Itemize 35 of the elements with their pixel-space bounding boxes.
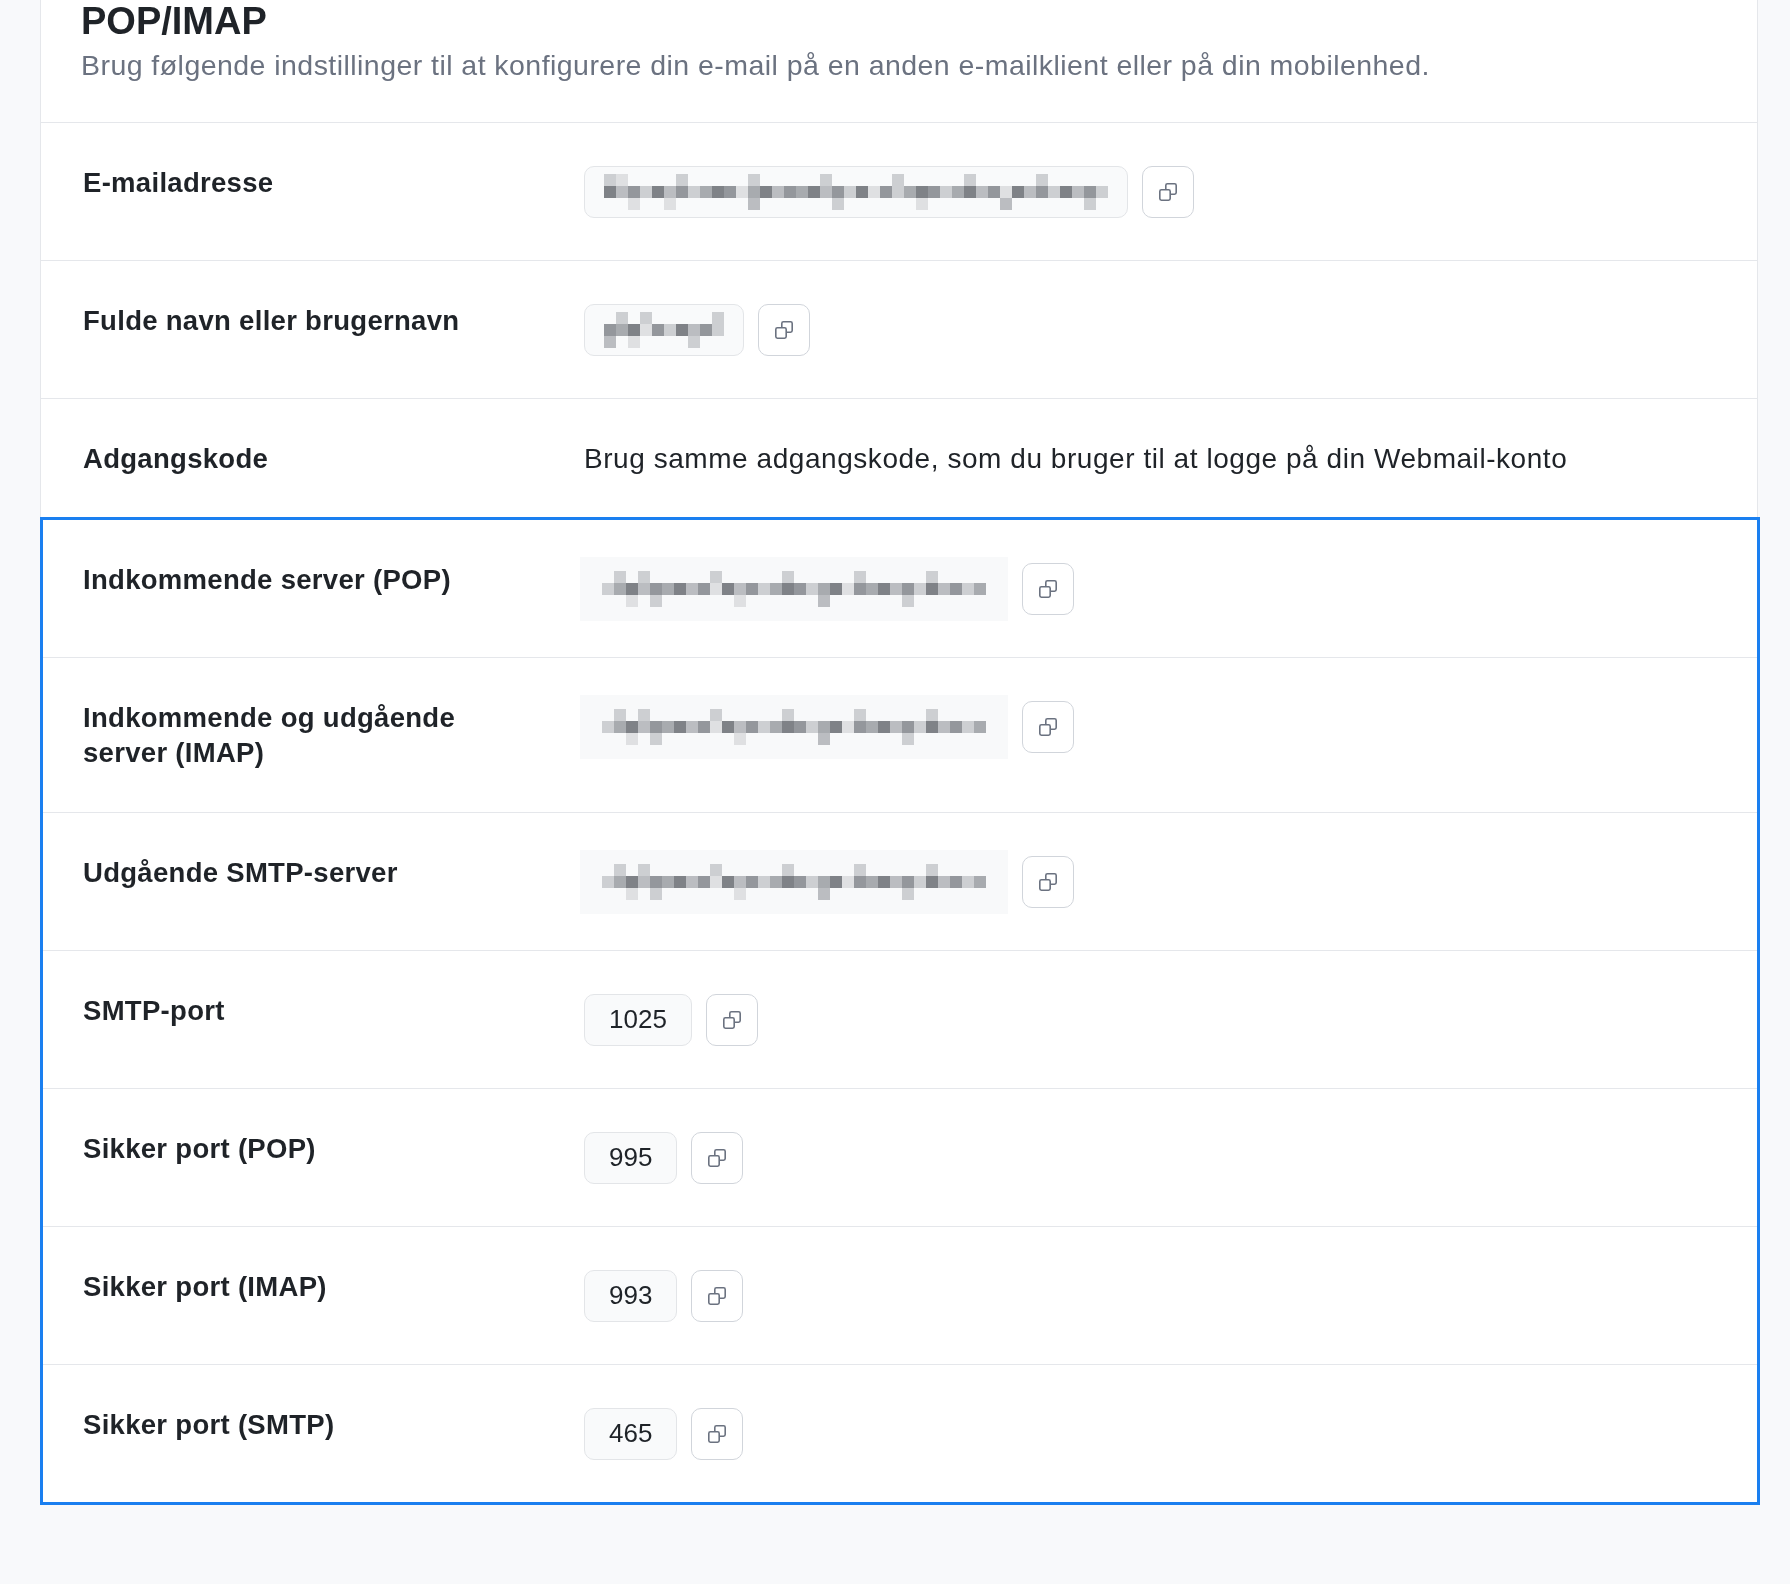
copy-icon: [1039, 717, 1057, 736]
setting-label: Sikker port (SMTP): [83, 1407, 335, 1442]
copy-button[interactable]: [1022, 855, 1074, 908]
setting-label: Adgangskode: [83, 442, 269, 476]
copy-button[interactable]: [1022, 700, 1074, 753]
copy-icon: [708, 1286, 727, 1305]
copy-button[interactable]: [691, 1407, 744, 1460]
copy-icon: [708, 1148, 727, 1167]
setting-label: Fulde navn eller brugernavn: [83, 304, 460, 338]
copy-icon: [1039, 872, 1057, 891]
value-text: Brug samme adgangskode, som du bruger til at logge på din Webmail-konto: [584, 442, 1568, 476]
setting-label: E-mailadresse: [83, 166, 274, 200]
value-field: 993: [584, 1269, 678, 1322]
copy-button[interactable]: [705, 993, 758, 1046]
copy-icon: [1039, 579, 1057, 598]
copy-button[interactable]: [1022, 562, 1074, 615]
setting-label: Udgående SMTP-server: [83, 855, 398, 890]
setting-label: Indkommende server (POP): [83, 562, 451, 597]
setting-label: Sikker port (POP): [83, 1131, 316, 1166]
copy-icon: [775, 321, 793, 339]
setting-label: Indkommende og udgående server (IMAP): [83, 700, 457, 770]
copy-icon: [1159, 183, 1177, 201]
section-title: POP/IMAP: [81, 0, 267, 42]
copy-button[interactable]: [691, 1269, 744, 1322]
value-field: 1025: [584, 993, 692, 1046]
section-description: Brug følgende indstillinger til at konfigurere din e-mail på en anden e-mailklient eller på din mobilenhed.: [81, 48, 1430, 82]
copy-button[interactable]: [1142, 166, 1194, 218]
copy-button[interactable]: [758, 304, 810, 356]
value-field: 465: [584, 1407, 678, 1460]
setting-label: SMTP-port: [83, 993, 225, 1028]
value-field: 995: [584, 1131, 678, 1184]
copy-icon: [722, 1010, 741, 1029]
copy-button[interactable]: [691, 1131, 744, 1184]
setting-label: Sikker port (IMAP): [83, 1269, 327, 1304]
copy-icon: [708, 1424, 727, 1443]
